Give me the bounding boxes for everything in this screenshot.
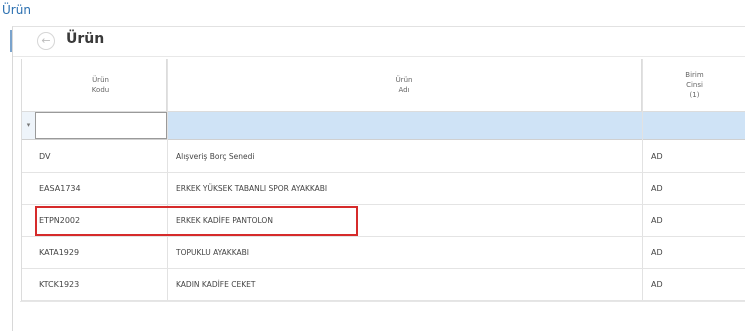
column-header-line: Ürün [92, 76, 109, 84]
column-header-unit-type[interactable]: Birim Cinsi (1) [642, 59, 745, 111]
product-name-cell: ERKEK YÜKSEK TABANLI SPOR AYAKKABI [176, 184, 328, 193]
column-header-line: Kodu [91, 86, 110, 94]
product-code-filter-input[interactable] [35, 112, 167, 139]
page-title: Ürün [66, 31, 105, 47]
main-panel: ← Ürün Ürün Kodu Ürün Adı Birim Cinsi (1… [12, 26, 745, 331]
product-code-cell: KATA1929 [39, 248, 80, 257]
table-row[interactable]: DV Alışveriş Borç Senedi AD [22, 141, 745, 173]
column-header-product-name[interactable]: Ürün Adı [167, 59, 642, 111]
window-title: Ürün [2, 3, 31, 17]
column-header-line: Adı [398, 86, 410, 94]
toolbar: ← Ürün [13, 27, 745, 57]
divider [20, 301, 745, 302]
product-name-cell: TOPUKLU AYAKKABI [176, 248, 249, 257]
table-row[interactable]: KATA1929 TOPUKLU AYAKKABI AD [22, 237, 745, 269]
unit-type-cell: AD [651, 216, 663, 225]
column-header-line: Cinsi [686, 81, 703, 89]
product-code-cell: DV [39, 152, 51, 161]
panel-edge-marker [0, 30, 12, 52]
filter-row-marker: ▾ [22, 112, 35, 139]
unit-type-cell: AD [651, 248, 663, 257]
unit-type-cell: AD [651, 280, 663, 289]
filter-row: ▾ [22, 112, 745, 140]
column-header-line: Birim [685, 71, 704, 79]
product-name-cell: ERKEK KADİFE PANTOLON [176, 216, 273, 225]
column-header-line: Ürün [395, 76, 413, 84]
table-row[interactable]: EASA1734 ERKEK YÜKSEK TABANLI SPOR AYAKK… [22, 173, 745, 205]
product-name-cell: Alışveriş Borç Senedi [176, 152, 255, 161]
product-code-cell: ETPN2002 [39, 216, 81, 225]
table-row[interactable]: ETPN2002 ERKEK KADİFE PANTOLON AD [22, 205, 745, 237]
table-row[interactable]: KTCK1923 KADIN KADİFE CEKET AD [22, 269, 745, 301]
unit-type-cell: AD [651, 152, 663, 161]
product-code-cell: KTCK1923 [39, 280, 80, 289]
grid-header: Ürün Kodu Ürün Adı Birim Cinsi (1) [22, 59, 745, 112]
column-header-line: (1) [689, 91, 700, 99]
column-header-product-code[interactable]: Ürün Kodu [35, 59, 167, 111]
product-name-cell: KADIN KADİFE CEKET [176, 280, 256, 289]
back-arrow-icon[interactable]: ← [37, 32, 55, 50]
unit-type-cell: AD [651, 184, 663, 193]
product-grid: Ürün Kodu Ürün Adı Birim Cinsi (1) ▾ DV … [21, 59, 745, 302]
product-code-cell: EASA1734 [39, 184, 81, 193]
